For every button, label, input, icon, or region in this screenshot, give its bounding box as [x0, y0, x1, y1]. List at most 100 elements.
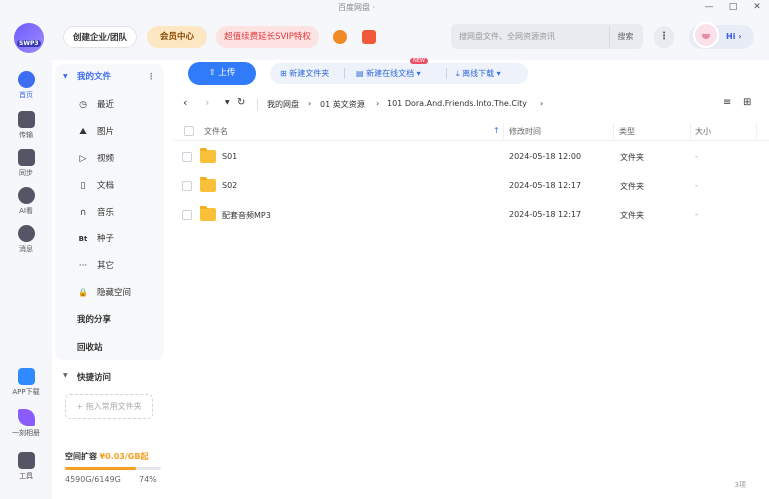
column-divider — [613, 123, 614, 139]
column-divider — [756, 123, 757, 139]
quota-title: 空间扩容 — [65, 452, 97, 461]
file-type: 文件夹 — [620, 182, 644, 191]
nav-item-images[interactable]: ⛰ 图片 — [55, 120, 164, 144]
nav-item-docs[interactable]: ▯ 文档 — [55, 174, 164, 198]
forward-icon[interactable]: › — [205, 96, 209, 109]
new-folder-button[interactable]: ⊞ 新建文件夹 — [280, 68, 329, 79]
search-input[interactable]: 搜网盘文件、全网资源资讯 — [459, 31, 555, 42]
nav-label: 其它 — [97, 261, 115, 271]
gift-icon[interactable] — [362, 30, 376, 44]
dots-icon: ··· — [78, 261, 88, 271]
file-name[interactable]: S02 — [222, 181, 237, 190]
user-profile-button[interactable]: Hi › — [689, 22, 754, 49]
toolbar-actions: ⊞ 新建文件夹 ▤ 新建在线文档 ▾ NEW ⤓ 离线下载 ▾ — [270, 58, 528, 84]
new-online-doc-button[interactable]: ▤ 新建在线文档 ▾ — [356, 68, 421, 79]
image-icon: ⛰ — [79, 127, 87, 137]
file-name[interactable]: S01 — [222, 152, 237, 161]
grid-view-icon[interactable]: ⊞ — [743, 97, 751, 108]
nav-item-recent[interactable]: ◷ 最近 — [55, 93, 164, 117]
search-box[interactable]: 搜网盘文件、全网资源资讯 搜索 — [451, 24, 643, 49]
headphones-icon: ∩ — [79, 208, 87, 218]
rail-label: APP下载 — [12, 388, 40, 396]
file-size: - — [695, 181, 698, 190]
breadcrumb-current[interactable]: 101 Dora.And.Friends.Into.The.City — [387, 99, 527, 108]
column-modified-time[interactable]: 修改时间 — [509, 126, 541, 137]
game-icon[interactable] — [333, 30, 347, 44]
new-doc-label: 新建在线文档 ▾ — [366, 69, 421, 78]
column-name[interactable]: 文件名 — [204, 126, 228, 137]
maximize-button[interactable]: □ — [724, 0, 742, 14]
table-row[interactable]: S02 2024-05-18 12:17 文件夹 - — [173, 172, 769, 201]
nav-recycle-bin[interactable]: 回收站 — [55, 336, 164, 360]
select-all-checkbox[interactable] — [184, 126, 194, 136]
table-header: 文件名 ↑ 修改时间 类型 大小 — [173, 121, 769, 141]
rail-label: 消息 — [19, 245, 33, 253]
rail-item-home[interactable]: 首页 — [0, 71, 52, 100]
breadcrumb-folder[interactable]: 01 英文资源 — [320, 99, 365, 110]
file-size: - — [695, 210, 698, 219]
nav-item-videos[interactable]: ▷ 视频 — [55, 147, 164, 171]
rail-label: 同步 — [19, 169, 33, 177]
rail-item-transfer[interactable]: 传输 — [0, 111, 52, 140]
minimize-button[interactable]: — — [700, 0, 718, 14]
rail-item-ai[interactable]: AI看 — [0, 187, 52, 216]
quota-percent: 74% — [139, 475, 157, 484]
file-name[interactable]: 配套音频MP3 — [222, 210, 271, 221]
item-count: 3项 — [734, 481, 746, 489]
message-icon — [17, 225, 35, 242]
more-menu-button[interactable]: ⋮ — [654, 26, 674, 48]
rail-item-app-download[interactable]: APP下载 — [0, 368, 52, 397]
upload-button[interactable]: ⇧ 上传 — [188, 62, 256, 85]
sync-icon — [17, 149, 35, 166]
modified-time: 2024-05-18 12:00 — [509, 152, 582, 161]
quick-access-header[interactable]: 快捷访问 — [77, 371, 111, 383]
nav-item-music[interactable]: ∩ 音乐 — [55, 201, 164, 225]
ai-icon — [17, 187, 35, 204]
app-logo[interactable]: SWP3 — [14, 23, 44, 53]
greeting-text: Hi › — [726, 32, 742, 41]
breadcrumb-root[interactable]: 我的网盘 — [267, 99, 299, 110]
back-icon[interactable]: ‹ — [183, 96, 187, 109]
nav-my-share[interactable]: 我的分享 — [55, 308, 164, 332]
sort-icon[interactable]: ≡ — [723, 97, 731, 108]
rail-item-tools[interactable]: 工具 — [0, 452, 52, 481]
create-enterprise-button[interactable]: 创建企业/团队 — [63, 26, 137, 48]
storage-quota[interactable]: 空间扩容 ¥0.03/GB起 4590G/6149G 74% — [65, 451, 161, 484]
drag-folder-dropzone[interactable]: + 拖入常用文件夹 — [65, 394, 153, 419]
table-row[interactable]: 配套音频MP3 2024-05-18 12:17 文件夹 - — [173, 201, 769, 230]
table-row[interactable]: S01 2024-05-18 12:00 文件夹 - — [173, 143, 769, 172]
transfer-icon — [17, 111, 35, 128]
divider — [446, 68, 447, 79]
quota-bar — [65, 467, 161, 470]
row-checkbox[interactable] — [182, 152, 192, 162]
rail-item-message[interactable]: 消息 — [0, 225, 52, 254]
offline-download-button[interactable]: ⤓ 离线下载 ▾ — [456, 68, 501, 79]
nav-item-hidden-space[interactable]: 🔒 隐藏空间 — [55, 281, 164, 305]
column-type[interactable]: 类型 — [619, 126, 635, 137]
close-button[interactable]: ✕ — [748, 0, 766, 14]
more-icon[interactable]: ⋮ — [147, 65, 156, 89]
row-checkbox[interactable] — [182, 181, 192, 191]
rail-label: 一刻相册 — [12, 429, 40, 437]
nav-my-files[interactable]: ▼ 我的文件 ⋮ — [55, 65, 164, 89]
column-size[interactable]: 大小 — [695, 126, 711, 137]
nav-label: 我的分享 — [77, 315, 112, 325]
search-button[interactable]: 搜索 — [609, 26, 641, 47]
svip-promo-button[interactable]: 超值续费延长SVIP特权 — [216, 26, 319, 48]
collapse-icon[interactable]: ▼ — [63, 372, 68, 379]
app-download-icon — [17, 368, 35, 385]
nav-item-other[interactable]: ··· 其它 — [55, 254, 164, 278]
quota-price: ¥0.03/GB起 — [99, 452, 149, 461]
nav-item-torrents[interactable]: Bt 种子 — [55, 227, 164, 251]
modified-time: 2024-05-18 12:17 — [509, 181, 582, 190]
history-dropdown-icon[interactable]: ▼ — [225, 99, 230, 106]
sort-arrow-icon[interactable]: ↑ — [493, 126, 500, 135]
refresh-icon[interactable]: ↻ — [237, 97, 245, 108]
member-center-button[interactable]: 会员中心 — [147, 26, 207, 48]
divider — [344, 68, 345, 79]
rail-item-album[interactable]: 一刻相册 — [0, 409, 52, 438]
row-checkbox[interactable] — [182, 210, 192, 220]
file-type: 文件夹 — [620, 153, 644, 162]
torrent-icon: Bt — [78, 235, 88, 243]
rail-item-sync[interactable]: 同步 — [0, 149, 52, 178]
